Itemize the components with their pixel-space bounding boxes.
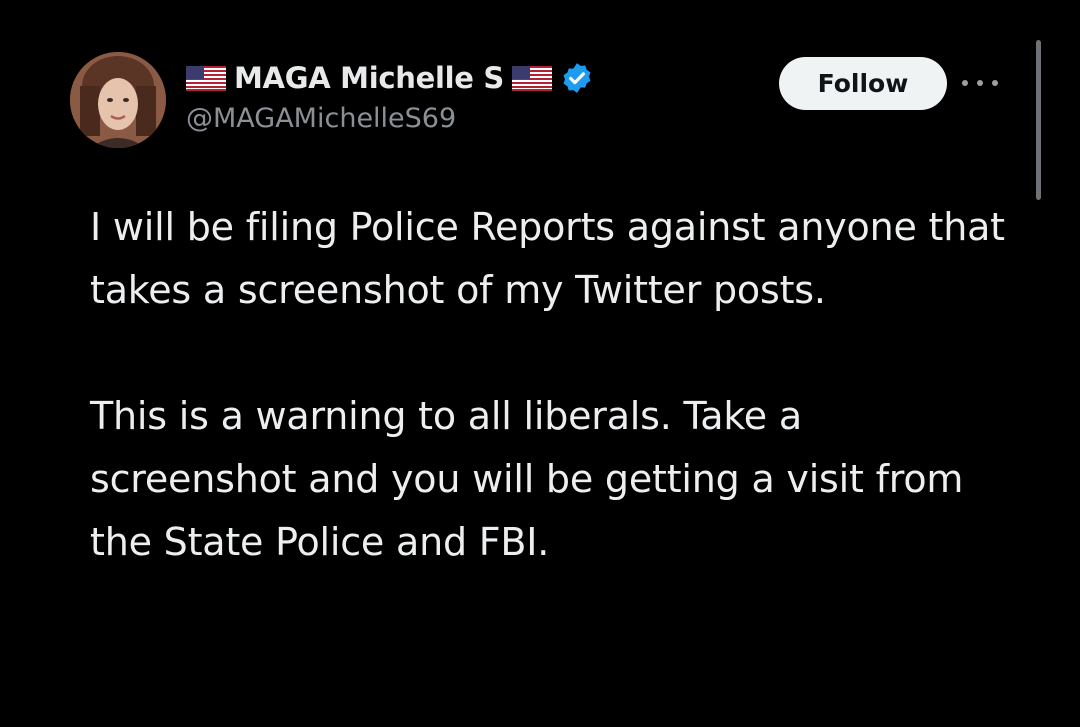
dot <box>977 80 983 86</box>
tweet-paragraph: I will be filing Police Reports against … <box>90 205 1005 312</box>
scrollbar[interactable] <box>1036 40 1041 200</box>
dot <box>962 80 968 86</box>
tweet-card: MAGA Michelle S @MAGAMichelleS69 Follow <box>0 0 1080 727</box>
follow-button[interactable]: Follow <box>779 57 947 110</box>
avatar[interactable] <box>70 52 166 148</box>
author-handle[interactable]: @MAGAMichelleS69 <box>186 103 456 134</box>
us-flag-icon <box>511 65 552 91</box>
tweet-paragraph: This is a warning to all liberals. Take … <box>90 394 964 564</box>
us-flag-icon <box>186 65 226 91</box>
more-options-icon[interactable] <box>962 70 998 96</box>
tweet-text: I will be filing Police Reports against … <box>90 196 1020 574</box>
author-name-row[interactable]: MAGA Michelle S <box>186 60 594 96</box>
dot <box>992 80 998 86</box>
verified-badge-icon <box>560 61 594 95</box>
author-display-name[interactable]: MAGA Michelle S <box>234 61 504 95</box>
